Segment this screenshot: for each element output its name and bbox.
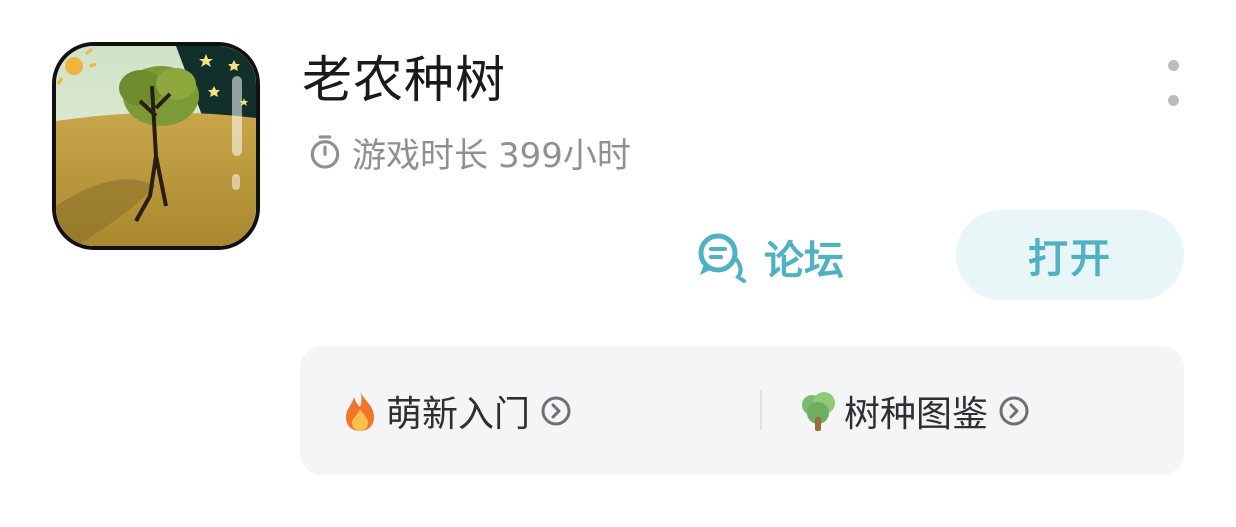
- playtime-value: 399小时: [498, 135, 631, 176]
- more-dot-icon: [1167, 95, 1179, 106]
- chevron-right-circle-icon: [541, 396, 571, 425]
- game-artwork-icon: [56, 46, 256, 246]
- forum-chat-icon: [698, 233, 746, 283]
- chevron-right-circle-icon: [999, 396, 1029, 425]
- app-title: 老农种树: [302, 51, 506, 109]
- open-button[interactable]: 打开: [956, 210, 1184, 300]
- shortcut-label: 萌新入门: [386, 393, 531, 435]
- shortcut-beginner-guide[interactable]: 萌新入门: [340, 346, 572, 475]
- more-options-button[interactable]: [1158, 60, 1188, 106]
- fire-icon: [346, 390, 374, 431]
- panel-divider: [760, 390, 762, 430]
- playtime-label: 游戏时长: [352, 135, 488, 176]
- forum-button[interactable]: 论坛: [696, 228, 844, 286]
- tree-icon: [802, 391, 835, 431]
- app-icon[interactable]: [52, 42, 260, 250]
- shortcut-label: 树种图鉴: [844, 393, 989, 435]
- playtime-row: 游戏时长 399小时: [306, 130, 631, 176]
- forum-label: 论坛: [764, 238, 844, 284]
- shortcut-tree-catalog[interactable]: 树种图鉴: [798, 346, 1030, 475]
- shortcut-panel: 萌新入门 树种图鉴: [300, 346, 1184, 475]
- more-dot-icon: [1167, 60, 1179, 71]
- stopwatch-icon: [310, 135, 340, 169]
- open-label: 打开: [1028, 236, 1112, 282]
